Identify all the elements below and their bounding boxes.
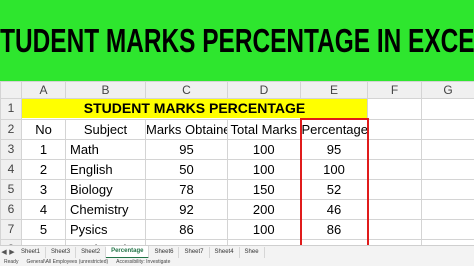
cell-g2[interactable] (421, 118, 474, 140)
marks-cell[interactable]: 86 (145, 219, 228, 240)
cell-f6[interactable] (367, 199, 422, 220)
subject-cell[interactable]: Math (65, 139, 146, 160)
percentage-cell[interactable]: 86 (299, 219, 369, 240)
subject-cell[interactable]: Pysics (65, 219, 146, 240)
column-header-f[interactable]: F (367, 81, 422, 99)
total-cell[interactable]: 100 (227, 159, 301, 180)
header-no-cell[interactable]: No (21, 118, 66, 140)
cell-f2[interactable] (367, 118, 422, 140)
table-row: 3 1 Math 95 100 95 (0, 139, 474, 160)
total-cell[interactable]: 150 (227, 179, 301, 200)
cell-f4[interactable] (367, 159, 422, 180)
sheet-tab[interactable]: Shee (240, 246, 265, 258)
cell-f3[interactable] (367, 139, 422, 160)
column-header-g[interactable]: G (421, 81, 474, 99)
sheet-tab[interactable]: Sheet3 (46, 246, 77, 258)
header-percentage-cell[interactable]: Percentage (299, 118, 369, 140)
header-total-cell[interactable]: Total Marks (227, 118, 301, 140)
column-header-e[interactable]: E (300, 81, 368, 99)
header-marks-cell[interactable]: Marks Obtained (145, 118, 228, 140)
no-cell[interactable]: 3 (21, 179, 66, 200)
percentage-cell[interactable]: 100 (299, 159, 369, 180)
header-subject-cell[interactable]: Subject (65, 118, 146, 140)
row-header-6[interactable]: 6 (0, 199, 22, 220)
subject-cell[interactable]: Biology (65, 179, 146, 200)
total-cell[interactable]: 100 (227, 139, 301, 160)
subject-cell[interactable]: Chemistry (65, 199, 146, 220)
cell-g5[interactable] (421, 179, 474, 200)
next-sheet-icon[interactable]: ▶ (8, 248, 16, 256)
subject-cell[interactable]: English (65, 159, 146, 180)
cell-f5[interactable] (367, 179, 422, 200)
spreadsheet-grid: A B C D E F G 1 STUDENT MARKS PERCENTAGE… (0, 81, 474, 261)
row-header-3[interactable]: 3 (0, 139, 22, 160)
cell-g7[interactable] (421, 219, 474, 240)
percentage-cell[interactable]: 46 (299, 199, 369, 220)
marks-cell[interactable]: 92 (145, 199, 228, 220)
no-cell[interactable]: 4 (21, 199, 66, 220)
table-row: 6 4 Chemistry 92 200 46 (0, 199, 474, 220)
grid-table: A B C D E F G 1 STUDENT MARKS PERCENTAGE… (0, 81, 474, 261)
table-row: 5 3 Biology 78 150 52 (0, 179, 474, 200)
total-cell[interactable]: 100 (227, 219, 301, 240)
table-row: 4 2 English 50 100 100 (0, 159, 474, 180)
column-header-a[interactable]: A (21, 81, 66, 99)
sheet-tab[interactable]: Sheet7 (179, 246, 210, 258)
cell-f7[interactable] (367, 219, 422, 240)
sheet-tab-bar: ◀ ▶ Sheet1 Sheet3 Sheet2 Percentage Shee… (0, 245, 474, 259)
sheet-tab[interactable]: Sheet4 (210, 246, 240, 258)
table-row: 7 5 Pysics 86 100 86 (0, 219, 474, 240)
percentage-cell[interactable]: 95 (299, 139, 369, 160)
prev-sheet-icon[interactable]: ◀ (0, 248, 8, 256)
marks-cell[interactable]: 50 (145, 159, 228, 180)
cell-g4[interactable] (421, 159, 474, 180)
row-header-1[interactable]: 1 (0, 98, 22, 120)
cell-g3[interactable] (421, 139, 474, 160)
sensitivity-label[interactable]: General\All Employees (unrestricted) (26, 259, 108, 265)
sheet-title-cell[interactable]: STUDENT MARKS PERCENTAGE (21, 98, 368, 120)
cell-f1[interactable] (367, 98, 422, 120)
accessibility-status[interactable]: Accessibility: Investigate (116, 259, 170, 265)
no-cell[interactable]: 2 (21, 159, 66, 180)
row-header-2[interactable]: 2 (0, 118, 22, 140)
percentage-cell[interactable]: 52 (299, 179, 369, 200)
total-cell[interactable]: 200 (227, 199, 301, 220)
status-bar: Ready General\All Employees (unrestricte… (0, 258, 474, 266)
column-header-c[interactable]: C (145, 81, 228, 99)
sheet-tab[interactable]: Sheet1 (16, 246, 47, 258)
cell-g6[interactable] (421, 199, 474, 220)
marks-cell[interactable]: 95 (145, 139, 228, 160)
cell-g1[interactable] (421, 98, 474, 120)
row-header-7[interactable]: 7 (0, 219, 22, 240)
no-cell[interactable]: 1 (21, 139, 66, 160)
row-header-5[interactable]: 5 (0, 179, 22, 200)
sheet-tab[interactable]: Sheet6 (149, 246, 180, 258)
video-banner: STUDENT MARKS PERCENTAGE IN EXCEL (0, 0, 474, 81)
banner-title: STUDENT MARKS PERCENTAGE IN EXCEL (0, 21, 474, 59)
sheet-tab-active[interactable]: Percentage (106, 245, 150, 259)
column-header-d[interactable]: D (227, 81, 301, 99)
column-header-b[interactable]: B (65, 81, 146, 99)
marks-cell[interactable]: 78 (145, 179, 228, 200)
status-ready: Ready (4, 259, 19, 265)
sheet-tab[interactable]: Sheet2 (76, 246, 107, 258)
select-all-corner[interactable] (0, 81, 22, 99)
no-cell[interactable]: 5 (21, 219, 66, 240)
row-header-4[interactable]: 4 (0, 159, 22, 180)
